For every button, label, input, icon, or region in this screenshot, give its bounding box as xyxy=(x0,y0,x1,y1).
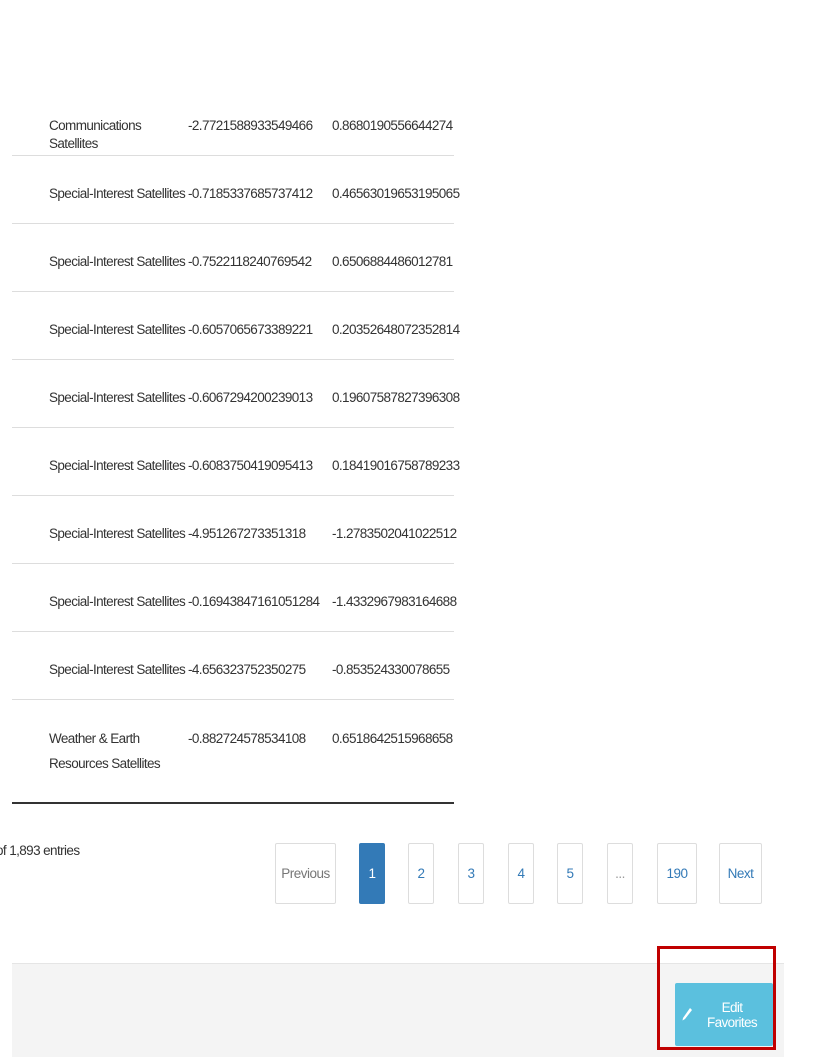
value-1-cell: -0.6067294200239013 xyxy=(188,390,313,405)
table-row: Special-Interest Satellites -0.605706567… xyxy=(12,292,460,360)
table-row: Special-Interest Satellites -0.606729420… xyxy=(12,360,460,428)
value-1-cell: -0.16943847161051284 xyxy=(188,594,320,609)
value-2-cell: 0.6506884486012781 xyxy=(332,254,453,269)
value-1-cell: -0.7522118240769542 xyxy=(188,254,312,269)
page-1-button[interactable]: 1 xyxy=(359,843,385,904)
satellite-category-cell: Special-Interest Satellites xyxy=(49,594,186,609)
table-row: Weather & Earth Resources Satellites -0.… xyxy=(12,700,454,804)
previous-page-button[interactable]: Previous xyxy=(275,843,336,904)
satellite-category-cell: Special-Interest Satellites xyxy=(49,526,186,541)
satellite-category-cell: Special-Interest Satellites xyxy=(49,662,186,677)
value-1-cell: -4.656323752350275 xyxy=(188,662,306,677)
value-1-cell: -0.7185337685737412 xyxy=(188,186,313,201)
pagination-ellipsis: ... xyxy=(607,843,633,904)
value-1-cell: -0.6083750419095413 xyxy=(188,458,313,473)
satellite-category-cell: Special-Interest Satellites xyxy=(49,390,186,405)
satellite-category-cell: Special-Interest Satellites xyxy=(49,186,186,201)
value-2-cell: -1.4332967983164688 xyxy=(332,594,457,609)
page-4-button[interactable]: 4 xyxy=(508,843,534,904)
value-1-cell: -0.882724578534108 xyxy=(188,731,306,746)
value-2-cell: -0.853524330078655 xyxy=(332,662,450,677)
table-row: Special-Interest Satellites -0.169438471… xyxy=(12,564,457,632)
value-2-cell: 0.8680190556644274 xyxy=(332,118,453,133)
next-page-button[interactable]: Next xyxy=(719,843,762,904)
value-2-cell: 0.20352648072352814 xyxy=(332,322,460,337)
table-row: Special-Interest Satellites -4.656323752… xyxy=(12,632,454,700)
page-190-button[interactable]: 190 xyxy=(657,843,697,904)
satellite-category-cell: Special-Interest Satellites xyxy=(49,254,186,269)
value-2-cell: -1.2783502041022512 xyxy=(332,526,457,541)
table-row: Special-Interest Satellites -0.752211824… xyxy=(12,224,454,292)
value-2-cell: 0.46563019653195065 xyxy=(332,186,460,201)
page-5-button[interactable]: 5 xyxy=(557,843,583,904)
edit-favorites-button[interactable]: Edit Favorites xyxy=(675,983,773,1046)
value-1-cell: -2.7721588933549466 xyxy=(188,118,313,133)
satellite-category-cell: Communications Satellites xyxy=(49,118,142,151)
value-2-cell: 0.6518642515968658 xyxy=(332,731,453,746)
results-table: Communications Satellites -2.77215889335… xyxy=(12,88,460,804)
satellite-category-cell: Special-Interest Satellites xyxy=(49,458,186,473)
satellite-category-cell: Special-Interest Satellites xyxy=(49,322,186,337)
table-row: Communications Satellites -2.77215889335… xyxy=(12,88,454,156)
value-1-cell: -0.6057065673389221 xyxy=(188,322,313,337)
page-2-button[interactable]: 2 xyxy=(408,843,434,904)
edit-favorites-label: Edit Favorites xyxy=(706,999,758,1030)
value-2-cell: 0.18419016758789233 xyxy=(332,458,460,473)
entries-info: of 1,893 entries xyxy=(0,843,80,858)
table-row: Special-Interest Satellites -0.718533768… xyxy=(12,156,460,224)
table-row: Special-Interest Satellites -0.608375041… xyxy=(12,428,460,496)
value-1-cell: -4.951267273351318 xyxy=(188,526,306,541)
value-2-cell: 0.19607587827396308 xyxy=(332,390,460,405)
satellite-category-cell: Weather & Earth Resources Satellites xyxy=(49,731,161,771)
pencil-icon xyxy=(681,1007,693,1023)
table-row: Special-Interest Satellites -4.951267273… xyxy=(12,496,457,564)
footer-bar xyxy=(12,963,784,1057)
page-3-button[interactable]: 3 xyxy=(458,843,484,904)
